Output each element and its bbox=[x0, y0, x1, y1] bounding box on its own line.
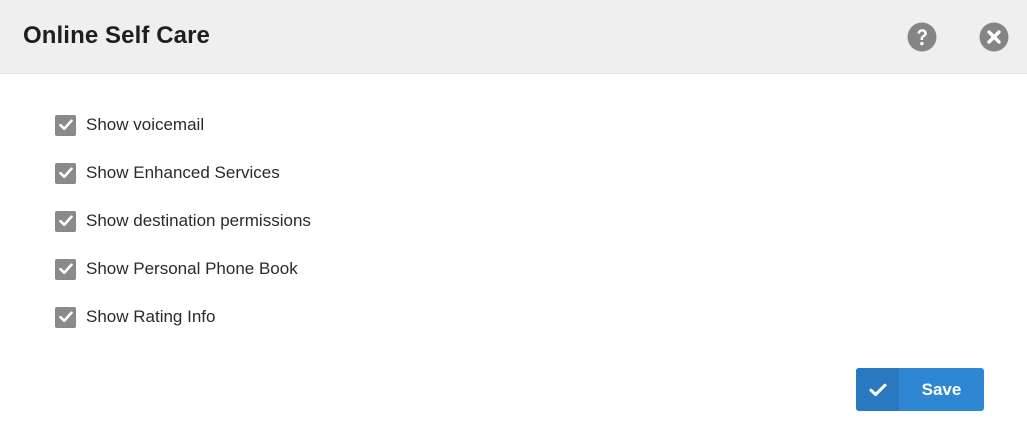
checkbox-checked[interactable] bbox=[55, 162, 76, 184]
close-icon[interactable] bbox=[979, 22, 1009, 52]
option-show-rating-info[interactable]: Show Rating Info bbox=[55, 305, 311, 329]
option-label: Show Rating Info bbox=[86, 307, 216, 326]
dialog-header: Online Self Care bbox=[0, 0, 1027, 74]
help-icon[interactable] bbox=[907, 22, 937, 52]
checkbox-checked[interactable] bbox=[55, 210, 76, 232]
option-show-destination-permissions[interactable]: Show destination permissions bbox=[55, 209, 311, 233]
option-label: Show Enhanced Services bbox=[86, 163, 280, 182]
option-show-enhanced-services[interactable]: Show Enhanced Services bbox=[55, 161, 311, 185]
checkmark-icon bbox=[58, 263, 73, 274]
dialog-title: Online Self Care bbox=[23, 22, 210, 49]
option-label: Show Personal Phone Book bbox=[86, 259, 298, 278]
checkbox-checked[interactable] bbox=[55, 258, 76, 280]
checkbox-checked[interactable] bbox=[55, 114, 76, 136]
checkmark-icon bbox=[58, 311, 73, 322]
options-list: Show voicemail Show Enhanced Services Sh… bbox=[55, 113, 311, 353]
save-button[interactable]: Save bbox=[856, 368, 984, 411]
checkmark-icon bbox=[58, 167, 73, 178]
checkmark-icon bbox=[869, 383, 886, 396]
option-show-voicemail[interactable]: Show voicemail bbox=[55, 113, 311, 137]
option-show-personal-phone-book[interactable]: Show Personal Phone Book bbox=[55, 257, 311, 281]
checkbox-checked[interactable] bbox=[55, 306, 76, 328]
option-label: Show voicemail bbox=[86, 115, 205, 134]
option-label: Show destination permissions bbox=[86, 211, 311, 230]
checkmark-icon bbox=[58, 215, 73, 226]
checkmark-icon bbox=[58, 119, 73, 130]
save-icon-area bbox=[856, 368, 899, 411]
online-self-care-dialog: Online Self Care Show voicemail Show Enh… bbox=[0, 0, 1027, 430]
save-label: Save bbox=[921, 379, 962, 399]
